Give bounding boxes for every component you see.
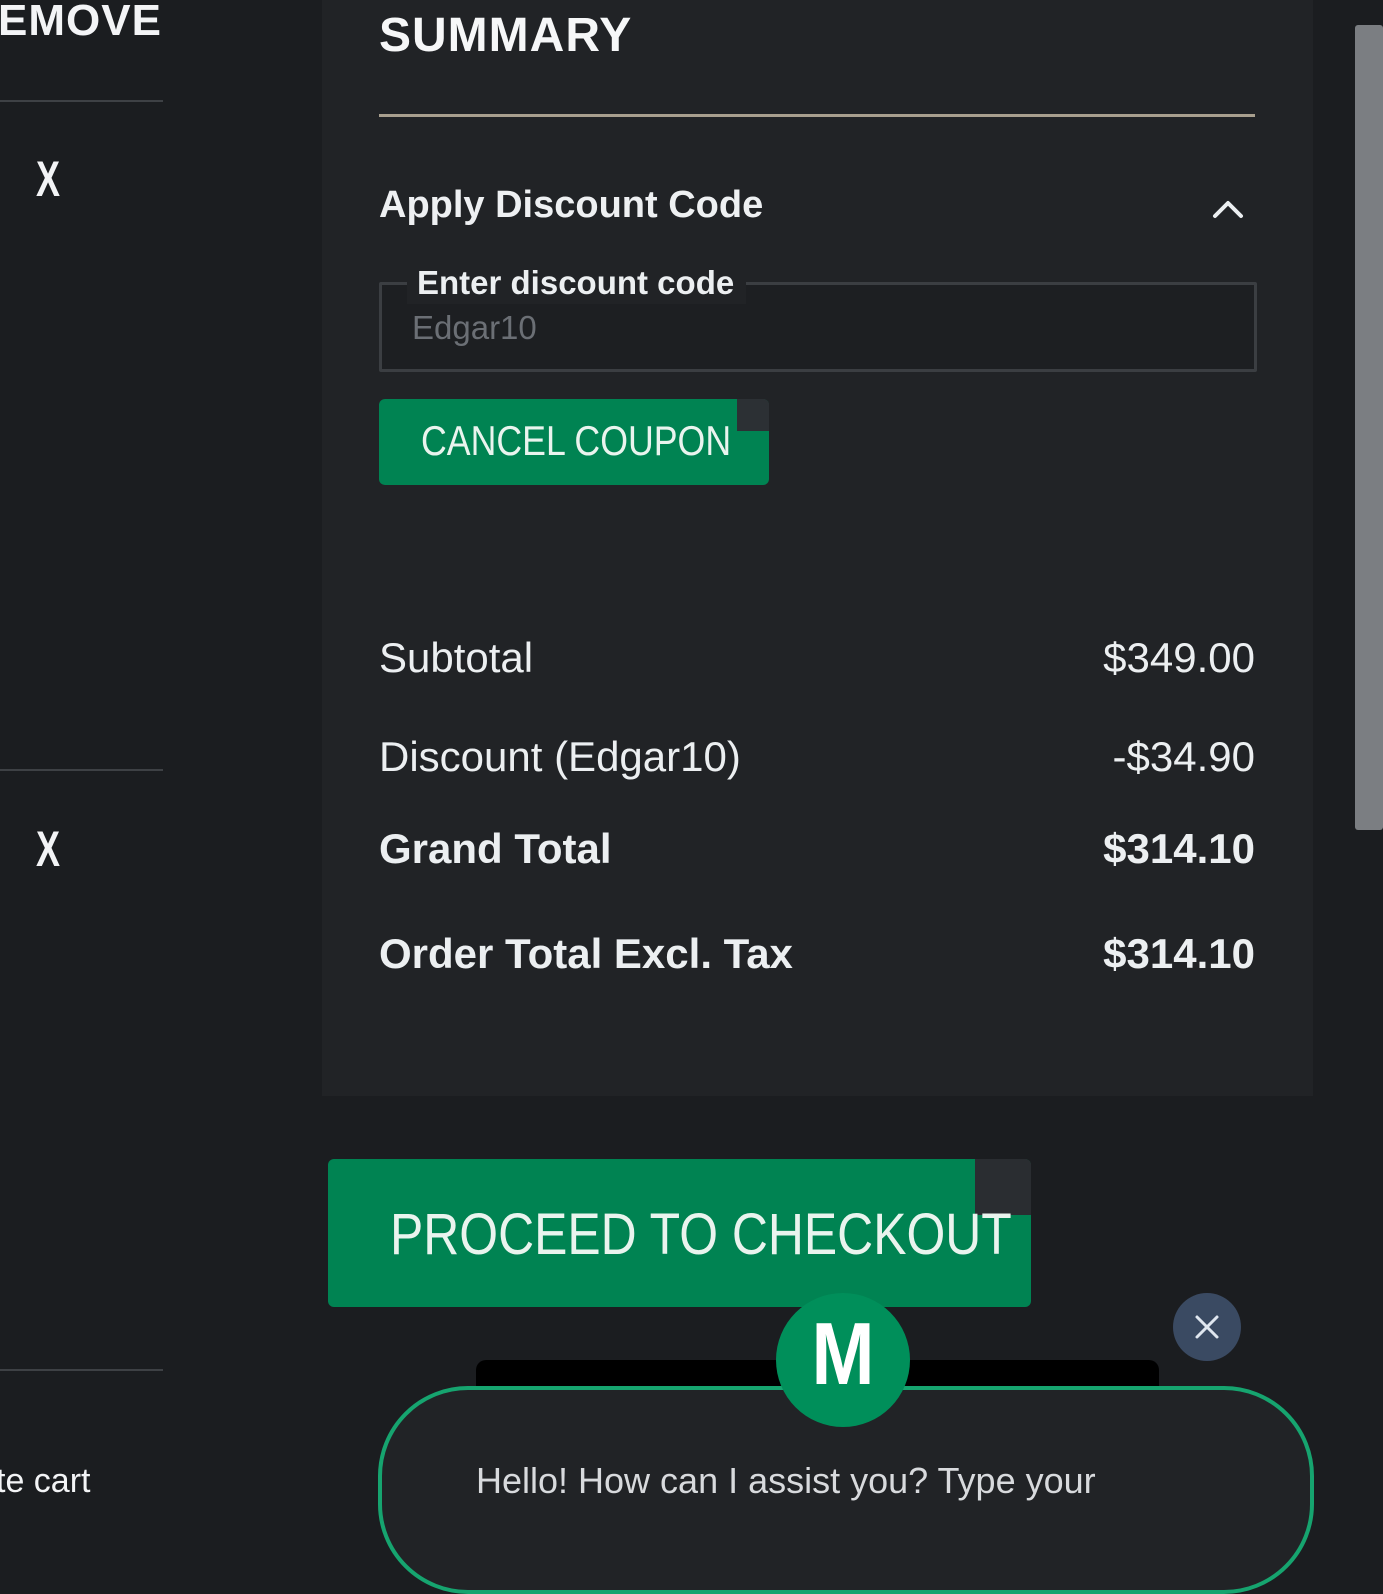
row-divider (0, 1369, 163, 1371)
grand-total-value: $314.10 (1103, 825, 1255, 872)
chevron-up-icon (1213, 201, 1243, 218)
row-divider (0, 769, 163, 771)
grand-total-row: Grand Total $314.10 (379, 825, 1255, 881)
row-divider (0, 100, 163, 102)
subtotal-row: Subtotal $349.00 (379, 634, 1255, 690)
apply-discount-label: Apply Discount Code (379, 184, 764, 226)
excl-tax-value: $314.10 (1103, 930, 1255, 977)
order-summary-panel: SUMMARY Apply Discount Code Enter discou… (322, 0, 1313, 1096)
checkout-label: PROCEED TO CHECKOUT (390, 1202, 1012, 1267)
subtotal-value: $349.00 (1103, 634, 1255, 681)
proceed-to-checkout-button[interactable]: PROCEED TO CHECKOUT (328, 1159, 1031, 1307)
grand-total-label: Grand Total (379, 825, 612, 872)
chat-close-button[interactable] (1173, 1293, 1241, 1361)
discount-label: Discount (Edgar10) (379, 733, 741, 780)
excl-tax-row: Order Total Excl. Tax $314.10 (379, 930, 1255, 986)
excl-tax-label: Order Total Excl. Tax (379, 930, 793, 977)
subtotal-label: Subtotal (379, 634, 534, 681)
cancel-coupon-button[interactable]: CANCEL COUPON (379, 399, 769, 485)
chat-avatar[interactable]: M (776, 1293, 910, 1427)
update-cart-link[interactable]: te cart (0, 1462, 90, 1501)
discount-code-label: Enter discount code (407, 262, 747, 304)
button-corner-decoration (737, 399, 769, 431)
close-icon (1195, 1315, 1219, 1339)
remove-item-button[interactable]: X (36, 820, 60, 878)
chat-greeting: Hello! How can I assist you? Type your (476, 1460, 1096, 1501)
chat-avatar-letter: M (811, 1304, 875, 1403)
cart-items-column: EMOVE X X te cart (0, 0, 165, 1500)
discount-code-input[interactable] (412, 305, 1232, 351)
apply-discount-toggle[interactable]: Apply Discount Code (379, 180, 1255, 240)
remove-column-header: EMOVE (0, 0, 162, 45)
scrollbar-thumb[interactable] (1355, 25, 1383, 830)
remove-item-button[interactable]: X (36, 150, 60, 208)
summary-title: SUMMARY (379, 9, 633, 62)
summary-divider (379, 114, 1255, 117)
discount-row: Discount (Edgar10) -$34.90 (379, 733, 1255, 789)
discount-value: -$34.90 (1112, 733, 1255, 780)
cancel-coupon-label: CANCEL COUPON (421, 417, 732, 464)
